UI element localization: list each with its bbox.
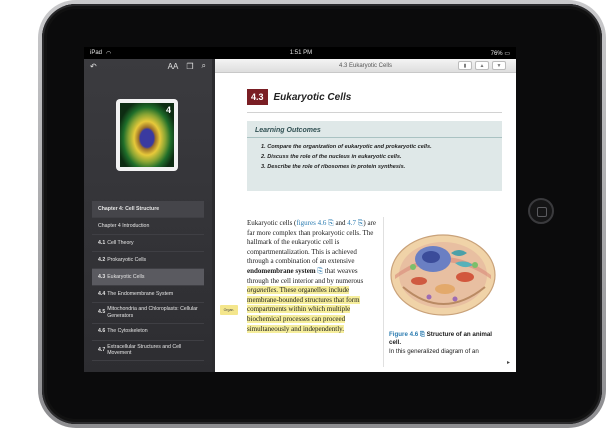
toc-label: Extracellular Structures and Cell Moveme… xyxy=(107,343,182,357)
toc-label: Prokaryotic Cells xyxy=(107,256,147,263)
text-size-button[interactable]: AA xyxy=(168,62,179,71)
copy-icon[interactable]: ❐ xyxy=(186,62,193,71)
cover-image: 4 xyxy=(120,103,174,167)
glossary-term[interactable]: endomembrane system xyxy=(247,267,316,275)
toc-number: 4.5 xyxy=(98,309,106,316)
figure-caption-text: In this generalized diagram of an xyxy=(389,347,479,355)
body-paragraph: Eukaryotic cells (figures 4.6 ⎘ and 4.7 … xyxy=(247,219,379,334)
cover-number: 4 xyxy=(165,105,171,115)
toc-label: Mitochondria and Chloroplasts: Cellular … xyxy=(107,306,198,319)
toc-label: Chapter 4: Cell Structure xyxy=(98,205,160,212)
toc-item-4-4[interactable]: 4.4 The Endomembrane System xyxy=(92,286,204,303)
outcome-item: 3. Describe the role of ribosomes in pro… xyxy=(261,164,406,170)
section-title: Eukaryotic Cells xyxy=(273,91,352,103)
reader-title: 4.3 Eukaryotic Cells xyxy=(338,62,393,69)
battery-icon: ▭ xyxy=(504,50,510,57)
toc-item-4-2[interactable]: 4.2 Prokaryotic Cells xyxy=(92,252,204,269)
section-number: 4.3 xyxy=(247,89,268,105)
outcomes-title: Learning Outcomes xyxy=(247,121,502,138)
toc-item-4-1[interactable]: 4.1 Cell Theory xyxy=(92,235,204,252)
reader-pane: 4.3 Eukaryotic Cells ▮ ▲ ▼ 4.3 Eukaryoti… xyxy=(215,59,516,372)
section-header: 4.3 Eukaryotic Cells xyxy=(247,89,351,105)
highlighted-text[interactable]: organelles. These organelles include mem… xyxy=(247,286,360,333)
toc-item-4-6[interactable]: 4.6 The Cytoskeleton xyxy=(92,324,204,341)
toc-number: 4.3 xyxy=(98,273,106,280)
ipad-screen: iPad ◠ 1:51 PM 76% ▭ ↶ AA ❐ ⌕ 4 Chapter … xyxy=(84,47,516,372)
toc-number: 4.1 xyxy=(98,239,106,246)
body-text-segment: and xyxy=(333,219,348,227)
toc-number: 4.2 xyxy=(98,256,106,263)
reader-toolbar: 4.3 Eukaryotic Cells ▮ ▲ ▼ xyxy=(215,59,516,73)
highlighted-term: organelles xyxy=(247,286,277,295)
highlight-note-tag[interactable]: Organ. xyxy=(220,305,238,315)
toc-label: The Cytoskeleton xyxy=(107,328,148,335)
figure-caption: Figure 4.6 ⎘ Structure of an animal cell… xyxy=(389,331,501,356)
body-text-segment: Eukaryotic cells ( xyxy=(247,219,297,227)
battery-indicator: 76% ▭ xyxy=(491,50,510,57)
header-divider xyxy=(247,112,502,113)
toc-number: 4.7 xyxy=(98,346,106,353)
outcome-item: 2. Discuss the role of the nucleus in eu… xyxy=(261,154,402,160)
animal-cell-figure[interactable] xyxy=(385,217,500,329)
back-icon[interactable]: ↶ xyxy=(90,62,97,71)
chapter-cover[interactable]: 4 xyxy=(116,99,178,171)
learning-outcomes-box: Learning Outcomes 1. Compare the organiz… xyxy=(247,121,502,191)
toc-label: Eukaryotic Cells xyxy=(107,273,145,280)
figure-divider xyxy=(383,217,384,367)
figure-link-4-7[interactable]: 4.7 xyxy=(347,219,356,227)
status-bar: iPad ◠ 1:51 PM 76% ▭ xyxy=(84,47,516,59)
figure-link-4-6[interactable]: figures 4.6 xyxy=(296,219,326,227)
chevron-down-icon[interactable]: ▼ xyxy=(492,61,506,70)
toc-item-4-5[interactable]: 4.5 Mitochondria and Chloroplasts: Cellul… xyxy=(92,303,204,324)
toc-label: Chapter 4 Introduction xyxy=(98,222,150,229)
search-icon[interactable]: ⌕ xyxy=(202,61,206,71)
chevron-up-icon[interactable]: ▲ xyxy=(475,61,489,70)
status-time: 1:51 PM xyxy=(289,50,313,56)
link-icon[interactable]: ⎘ xyxy=(420,331,425,338)
toc-item-4-7[interactable]: 4.7 Extracellular Structures and Cell Mov… xyxy=(92,341,204,361)
toc-chapter-header[interactable]: Chapter 4: Cell Structure xyxy=(92,201,204,218)
toc-number: 4.6 xyxy=(98,328,106,335)
toc-number: 4.4 xyxy=(98,290,106,297)
play-icon[interactable]: ▸ xyxy=(507,359,510,366)
sidebar: ↶ AA ❐ ⌕ 4 Chapter 4: Cell Structure Cha… xyxy=(84,59,212,372)
outcome-item: 1. Compare the organization of eukaryoti… xyxy=(261,144,432,150)
toc-label: The Endomembrane System xyxy=(107,290,174,297)
sidebar-toolbar: ↶ AA ❐ ⌕ xyxy=(84,59,212,73)
wifi-icon: ◠ xyxy=(106,50,112,57)
device-label: iPad xyxy=(90,50,103,56)
toc-item-introduction[interactable]: Chapter 4 Introduction xyxy=(92,218,204,235)
battery-percent: 76% xyxy=(490,50,503,57)
toc-label: Cell Theory xyxy=(107,239,134,246)
bookmark-icon[interactable]: ▮ xyxy=(458,61,472,70)
table-of-contents: Chapter 4: Cell Structure Chapter 4 Intr… xyxy=(92,201,204,361)
toc-item-4-3[interactable]: 4.3 Eukaryotic Cells xyxy=(92,269,204,286)
home-button[interactable] xyxy=(528,198,554,224)
outcomes-list: 1. Compare the organization of eukaryoti… xyxy=(247,138,502,170)
figure-label[interactable]: Figure 4.6 xyxy=(389,331,418,338)
